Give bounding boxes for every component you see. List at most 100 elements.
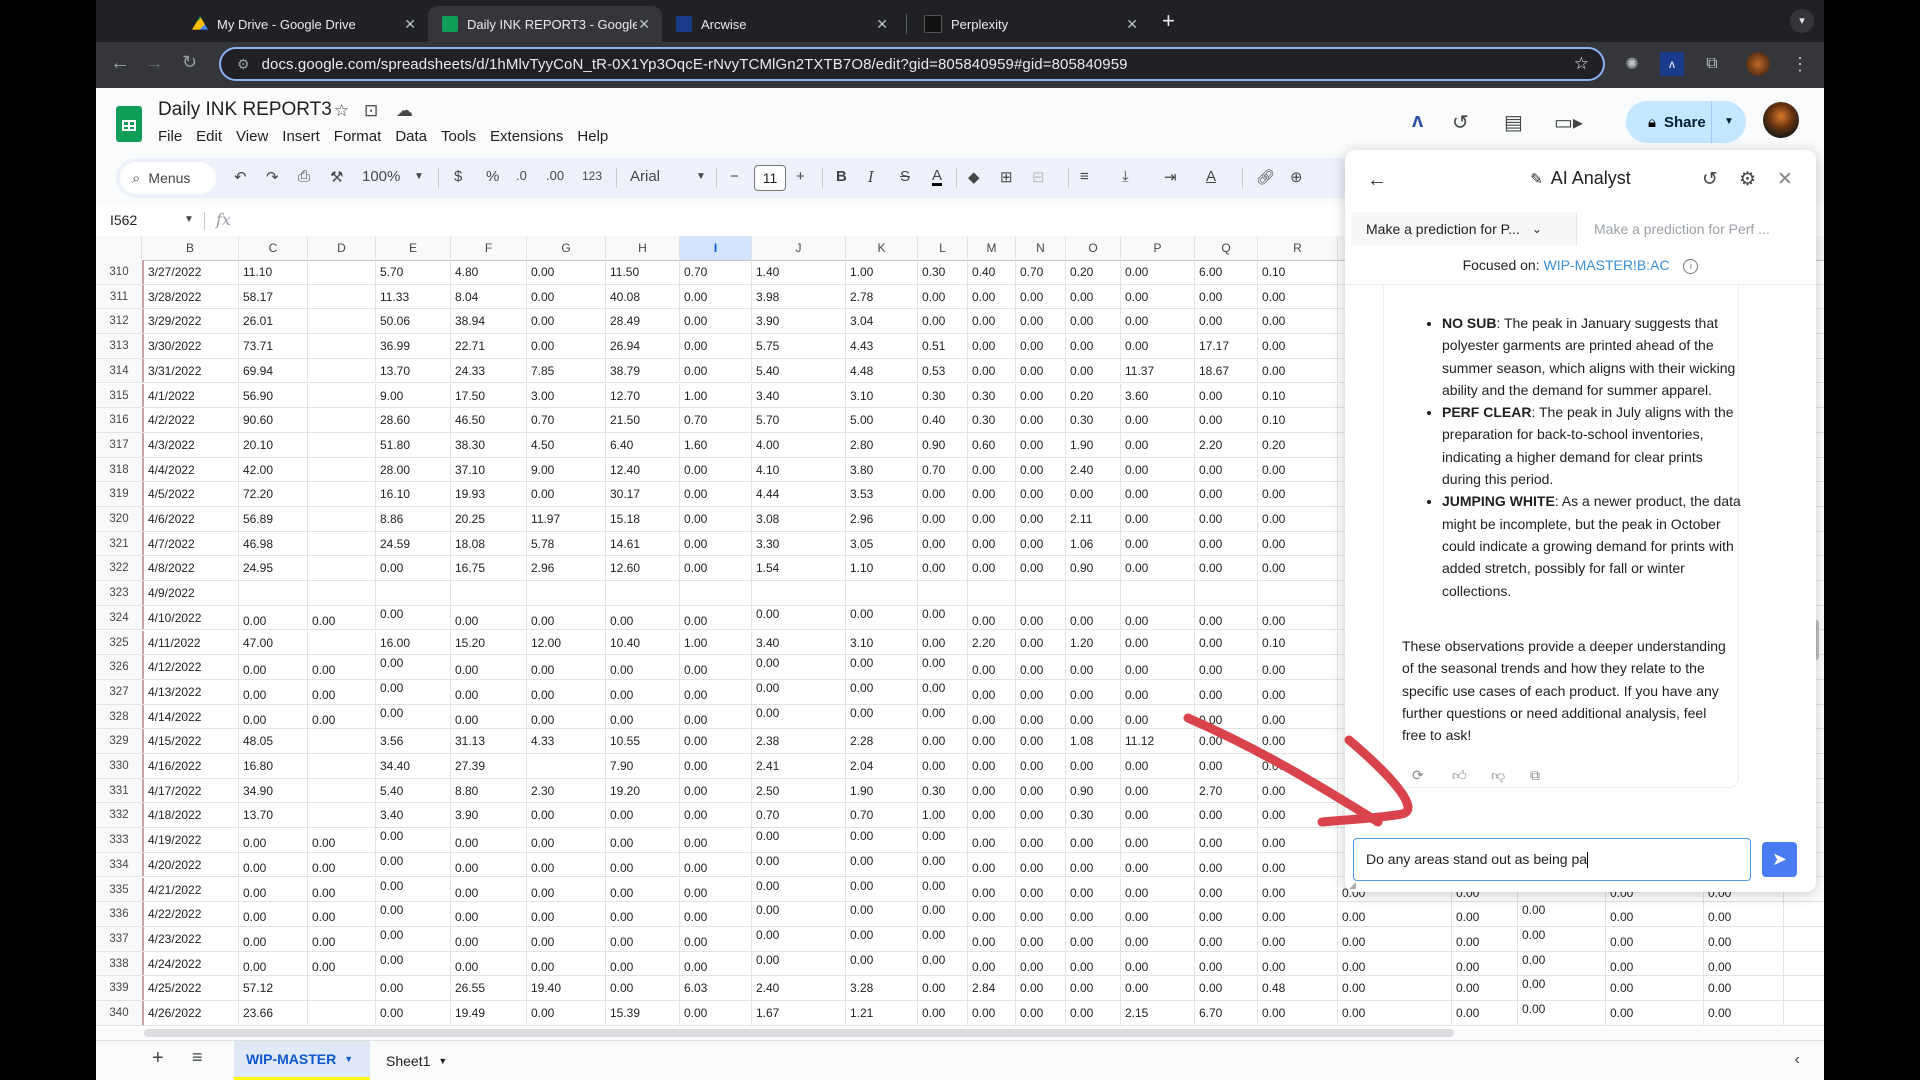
comments-icon[interactable]: ▤ [1504, 110, 1523, 135]
cell[interactable]: 0.00 [752, 605, 846, 630]
cell[interactable]: 4.44 [752, 482, 846, 506]
cell[interactable]: 26.55 [451, 976, 527, 1000]
row-header[interactable]: 323 [96, 581, 143, 605]
cell[interactable]: 0.00 [1195, 704, 1258, 729]
browser-tab-perplexity[interactable]: Perplexity ✕ [910, 6, 1150, 42]
cell[interactable]: 0.00 [1518, 951, 1606, 976]
row-header[interactable]: 310 [96, 260, 143, 284]
cell[interactable]: 0.00 [451, 877, 527, 902]
cell[interactable]: 1.00 [680, 383, 752, 408]
cell[interactable]: 38.79 [606, 358, 680, 383]
cell[interactable]: 13.70 [376, 358, 451, 383]
date-cell[interactable]: 4/13/2022 [142, 679, 239, 704]
fill-color-icon[interactable]: ◆ [968, 168, 980, 186]
cell[interactable]: 0.00 [1704, 902, 1784, 926]
cell[interactable]: 0.00 [239, 926, 308, 951]
cell[interactable]: 0.00 [376, 926, 451, 951]
horizontal-scrollbar[interactable] [144, 1029, 1454, 1037]
cell[interactable]: 0.00 [1195, 803, 1258, 828]
cell[interactable]: 6.00 [1195, 260, 1258, 284]
new-tab-button[interactable]: + [1162, 8, 1175, 34]
cell[interactable]: 0.00 [1121, 852, 1195, 877]
cell[interactable]: 0.00 [527, 852, 606, 877]
cell[interactable]: 0.00 [968, 284, 1016, 309]
column-header-i[interactable]: I [680, 236, 752, 260]
date-cell[interactable]: 4/26/2022 [142, 1001, 239, 1025]
cell[interactable]: 0.00 [1066, 655, 1121, 679]
cell[interactable]: 0.00 [606, 828, 680, 852]
cell[interactable]: 0.00 [376, 1001, 451, 1025]
cell[interactable]: 9.00 [527, 457, 606, 482]
cell[interactable]: 0.00 [968, 902, 1016, 926]
cell[interactable]: 28.60 [376, 408, 451, 432]
cell[interactable]: 38.94 [451, 309, 527, 334]
cell[interactable]: 0.00 [918, 655, 968, 679]
cell[interactable]: 0.00 [680, 877, 752, 902]
cell[interactable]: 0.00 [752, 926, 846, 951]
cell[interactable]: 8.86 [376, 507, 451, 531]
row-header[interactable]: 314 [96, 358, 143, 383]
row-header[interactable]: 340 [96, 1001, 143, 1025]
close-tab-icon[interactable]: ✕ [1126, 16, 1138, 33]
column-header-n[interactable]: N [1016, 236, 1066, 260]
cell[interactable]: 0.00 [308, 852, 376, 877]
menu-format[interactable]: Format [334, 128, 382, 145]
focus-range-link[interactable]: WIP-MASTER!B:AC [1544, 257, 1670, 273]
cell[interactable]: 12.70 [606, 383, 680, 408]
cell[interactable]: 0.00 [918, 605, 968, 630]
cell[interactable]: 0.70 [1016, 260, 1066, 284]
date-cell[interactable]: 4/23/2022 [142, 926, 239, 951]
cell[interactable]: 7.90 [606, 754, 680, 778]
cell[interactable]: 0.00 [1121, 778, 1195, 803]
cell[interactable] [752, 581, 846, 605]
cell[interactable]: 28.00 [376, 457, 451, 482]
cell[interactable]: 0.00 [1066, 334, 1121, 358]
cell[interactable]: 0.40 [968, 260, 1016, 284]
cell[interactable]: 0.00 [1195, 729, 1258, 753]
date-cell[interactable]: 4/16/2022 [142, 754, 239, 778]
date-cell[interactable]: 4/3/2022 [142, 432, 239, 457]
cell[interactable]: 0.00 [846, 852, 918, 877]
cell[interactable]: 0.00 [1121, 260, 1195, 284]
cell[interactable]: 72.20 [239, 482, 308, 506]
cell[interactable]: 0.00 [1121, 309, 1195, 334]
paint-format-icon[interactable]: ⚒ [330, 168, 343, 186]
cell[interactable]: 0.00 [1606, 926, 1704, 951]
cell[interactable]: 0.00 [1258, 482, 1338, 506]
copy-icon[interactable]: ⧉ [1530, 767, 1540, 784]
cell[interactable]: 0.00 [1195, 828, 1258, 852]
horizontal-align-icon[interactable]: ≡ [1080, 168, 1089, 185]
cell[interactable] [308, 309, 376, 334]
cell[interactable]: 0.00 [680, 803, 752, 828]
cell[interactable]: 6.70 [1195, 1001, 1258, 1025]
cell[interactable]: 2.20 [1195, 432, 1258, 457]
zoom-dropdown-icon[interactable]: ▼ [414, 171, 424, 182]
cell[interactable]: 11.97 [527, 507, 606, 531]
cell[interactable]: 0.00 [846, 605, 918, 630]
extension-loader-icon[interactable]: ✺ [1620, 52, 1644, 76]
cell[interactable]: 90.60 [239, 408, 308, 432]
column-header-p[interactable]: P [1121, 236, 1195, 260]
row-header[interactable]: 332 [96, 803, 143, 828]
cell[interactable]: 0.00 [527, 1001, 606, 1025]
cell[interactable]: 27.39 [451, 754, 527, 778]
cell[interactable]: 0.00 [1066, 852, 1121, 877]
name-box-dropdown-icon[interactable]: ▼ [184, 214, 194, 225]
cell[interactable]: 3.90 [451, 803, 527, 828]
sheet-tab-wip-master[interactable]: WIP-MASTER ▼ [234, 1041, 370, 1080]
cell[interactable]: 0.00 [968, 877, 1016, 902]
cell[interactable]: 0.00 [376, 852, 451, 877]
row-header[interactable]: 312 [96, 309, 143, 334]
cell[interactable]: 0.30 [918, 778, 968, 803]
move-folder-icon[interactable]: ⊡ [364, 101, 378, 121]
cell[interactable]: 1.20 [1066, 630, 1121, 655]
cell[interactable]: 0.00 [1258, 951, 1338, 976]
column-header-j[interactable]: J [752, 236, 846, 260]
cell[interactable]: 0.00 [451, 655, 527, 679]
row-header[interactable]: 338 [96, 951, 143, 976]
cell[interactable]: 1.90 [1066, 432, 1121, 457]
cell[interactable]: 31.13 [451, 729, 527, 753]
address-bar[interactable]: ⚙ docs.google.com/spreadsheets/d/1hMlvTy… [219, 47, 1605, 81]
cell[interactable]: 0.00 [1121, 951, 1195, 976]
cell[interactable] [308, 482, 376, 506]
